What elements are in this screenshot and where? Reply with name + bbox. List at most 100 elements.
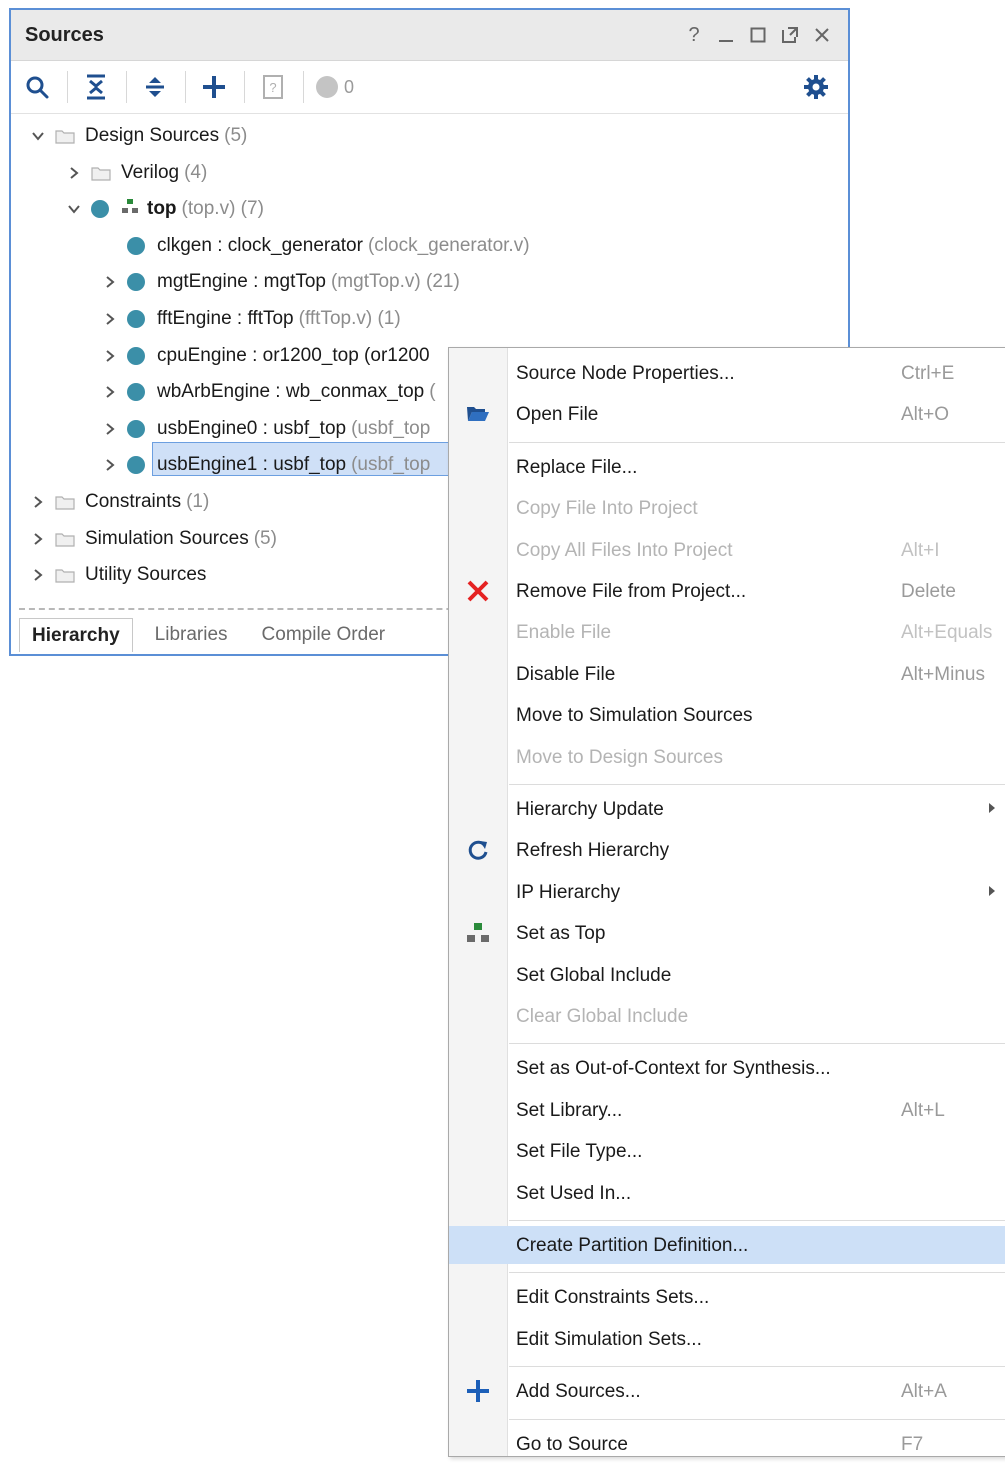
panel-titlebar: Sources ?	[11, 10, 848, 61]
menu-item-label: Set Global Include	[516, 964, 672, 986]
chevron-right-icon[interactable]	[99, 454, 121, 476]
menu-item-set-global-include[interactable]: Set Global Include	[449, 956, 1005, 994]
tab-libraries[interactable]: Libraries	[143, 618, 240, 652]
menu-item-add-sources[interactable]: Add Sources... Alt+A	[449, 1372, 1005, 1410]
menu-item-source-node-properties[interactable]: Source Node Properties... Ctrl+E	[449, 354, 1005, 392]
menu-item-ip-hierarchy[interactable]: IP Hierarchy	[449, 873, 1005, 911]
submenu-arrow-icon	[987, 801, 999, 817]
module-dot-icon	[127, 419, 145, 438]
tree-row-usbengine1-usbf-top[interactable]: usbEngine1 : usbf_top (usbf_top	[99, 447, 430, 483]
context-menu: Source Node Properties... Ctrl+E Open File…	[448, 347, 1005, 1457]
menu-item-disable-file[interactable]: Disable File Alt+Minus	[449, 655, 1005, 693]
tree-row-detail: (usbf_top	[351, 417, 431, 439]
search-icon[interactable]	[19, 67, 55, 107]
help-doc-icon[interactable]: ?	[255, 67, 291, 107]
menu-item-move-to-simulation-sources[interactable]: Move to Simulation Sources	[449, 696, 1005, 734]
tree-row-verilog[interactable]: Verilog (4)	[63, 155, 207, 191]
menu-item-create-partition-definition[interactable]: Create Partition Definition...	[449, 1226, 1005, 1264]
tree-row-wbarbengine-wb-conmax-top[interactable]: wbArbEngine : wb_conmax_top(	[99, 374, 436, 410]
menu-item-shortcut: Alt+L	[901, 1099, 945, 1121]
menu-item-shortcut: Alt+Equals	[901, 622, 993, 644]
chevron-right-icon[interactable]	[27, 491, 49, 513]
tree-row-label: usbEngine0 : usbf_top	[157, 417, 347, 439]
menu-item-shortcut: Alt+A	[901, 1381, 947, 1403]
minimize-icon[interactable]	[710, 20, 742, 50]
menu-item-copy-all-files-into-project: Copy All Files Into Project Alt+I	[449, 531, 1005, 569]
chevron-right-icon[interactable]	[99, 271, 121, 293]
menu-item-replace-file[interactable]: Replace File...	[449, 448, 1005, 486]
expand-all-icon[interactable]	[137, 67, 173, 107]
tree-row-simulation-sources[interactable]: Simulation Sources (5)	[27, 521, 277, 557]
chevron-right-icon[interactable]	[27, 564, 49, 586]
menu-item-label: Refresh Hierarchy	[516, 840, 670, 862]
menu-item-label: Source Node Properties...	[516, 363, 735, 384]
menu-item-label: Set Library...	[516, 1099, 623, 1121]
menu-item-label: Create Partition Definition...	[516, 1235, 749, 1256]
menu-item-edit-constraints-sets[interactable]: Edit Constraints Sets...	[449, 1278, 1005, 1316]
menu-item-go-to-source[interactable]: Go to Source F7	[449, 1425, 1005, 1463]
menu-item-set-library[interactable]: Set Library... Alt+L	[449, 1091, 1005, 1129]
float-window-icon[interactable]	[774, 20, 806, 50]
tree-row-top[interactable]: top (top.v) (7)	[63, 191, 264, 227]
folder-icon	[55, 494, 75, 510]
tree-row-label: Simulation Sources	[85, 527, 249, 549]
module-dot-icon	[127, 456, 145, 475]
chevron-right-icon[interactable]	[27, 528, 49, 550]
folder-icon	[55, 128, 75, 144]
menu-item-label: Set as Top	[516, 923, 606, 945]
close-icon[interactable]	[806, 20, 838, 50]
menu-item-remove-file-from-project[interactable]: Remove File from Project... Delete	[449, 572, 1005, 610]
menu-item-label: Open File	[516, 404, 599, 426]
menu-item-label: Remove File from Project...	[516, 581, 747, 602]
menu-item-edit-simulation-sets[interactable]: Edit Simulation Sets...	[449, 1320, 1005, 1358]
menu-item-set-as-out-of-context-for-synthesis[interactable]: Set as Out-of-Context for Synthesis...	[449, 1049, 1005, 1087]
menu-item-copy-file-into-project: Copy File Into Project	[449, 489, 1005, 527]
refresh-icon	[463, 837, 493, 863]
chevron-down-icon[interactable]	[27, 125, 49, 147]
toolbar-separator	[244, 71, 245, 103]
tree-row-clkgen-clock-generator[interactable]: clkgen : clock_generator (clock_generator…	[99, 228, 530, 264]
tree-row-usbengine0-usbf-top[interactable]: usbEngine0 : usbf_top (usbf_top	[99, 411, 430, 447]
chevron-right-icon[interactable]	[99, 308, 121, 330]
chevron-right-icon[interactable]	[63, 162, 85, 184]
tree-row-constraints[interactable]: Constraints (1)	[27, 484, 209, 520]
menu-item-set-as-top[interactable]: Set as Top	[449, 914, 1005, 952]
menu-item-label: Edit Constraints Sets...	[516, 1287, 710, 1309]
folder-open-icon	[463, 401, 493, 427]
menu-item-label: Set as Out-of-Context for Synthesis...	[516, 1058, 831, 1080]
maximize-icon[interactable]	[742, 20, 774, 50]
submenu-arrow-icon	[987, 884, 999, 900]
chevron-right-icon[interactable]	[99, 345, 121, 367]
panel-title: Sources	[25, 24, 104, 46]
collapse-all-icon[interactable]	[78, 67, 114, 107]
menu-item-set-used-in[interactable]: Set Used In...	[449, 1174, 1005, 1212]
menu-item-shortcut: Delete	[901, 581, 956, 602]
tree-row-utility-sources[interactable]: Utility Sources	[27, 557, 206, 593]
tree-row-fftengine-ffttop[interactable]: fftEngine : fftTop (fftTop.v) (1)	[99, 301, 401, 337]
tree-row-design-sources[interactable]: Design Sources (5)	[27, 118, 247, 154]
tree-row-label: usbEngine1 : usbf_top	[157, 454, 347, 476]
tree-row-cpuengine-or1200-top-or1200[interactable]: cpuEngine : or1200_top (or1200	[99, 338, 430, 374]
add-icon[interactable]	[196, 67, 232, 107]
tab-hierarchy[interactable]: Hierarchy	[19, 618, 133, 652]
menu-item-set-file-type[interactable]: Set File Type...	[449, 1132, 1005, 1170]
chevron-right-icon[interactable]	[99, 381, 121, 403]
gear-icon[interactable]	[798, 69, 834, 105]
menu-item-label: Copy All Files Into Project	[516, 539, 733, 561]
menu-item-label: Hierarchy Update	[516, 799, 664, 820]
tree-row-label: cpuEngine : or1200_top (or1200	[157, 344, 430, 366]
menu-item-open-file[interactable]: Open File Alt+O	[449, 395, 1005, 433]
menu-item-clear-global-include: Clear Global Include	[449, 997, 1005, 1035]
tree-row-mgtengine-mgttop[interactable]: mgtEngine : mgtTop (mgtTop.v) (21)	[99, 264, 460, 300]
toolbar-separator	[185, 71, 186, 103]
chevron-down-icon[interactable]	[63, 198, 85, 220]
menu-item-label: Edit Simulation Sets...	[516, 1328, 702, 1350]
menu-item-hierarchy-update[interactable]: Hierarchy Update	[449, 790, 1005, 828]
chevron-right-icon[interactable]	[99, 418, 121, 440]
folder-icon	[55, 567, 75, 583]
menu-separator	[509, 1366, 1005, 1368]
module-dot-icon	[91, 200, 109, 219]
menu-item-refresh-hierarchy[interactable]: Refresh Hierarchy	[449, 831, 1005, 869]
help-question-icon[interactable]: ?	[678, 20, 710, 50]
tab-compile-order[interactable]: Compile Order	[250, 618, 398, 652]
